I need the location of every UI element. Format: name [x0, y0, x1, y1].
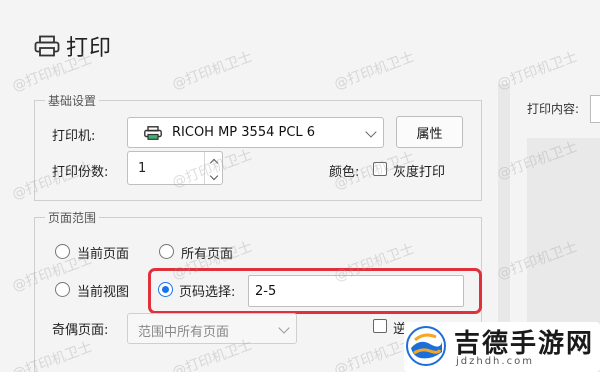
- odd-even-value: 范围中所有页面: [138, 325, 230, 340]
- site-brand: 吉德手游网: [454, 329, 595, 359]
- odd-even-select[interactable]: 范围中所有页面: [127, 313, 297, 344]
- watermark: @打印机卫士: [170, 49, 255, 93]
- site-badge: 吉德手游网 jdzhdh.com: [404, 322, 600, 372]
- grayscale-label: 灰度打印: [393, 165, 446, 180]
- radio-all-pages-label[interactable]: 所有页面: [181, 243, 233, 262]
- radio-current-page-label[interactable]: 当前页面: [77, 243, 129, 262]
- radio-current-view-label[interactable]: 当前视图: [77, 281, 129, 300]
- basic-settings-legend: 基础设置: [45, 92, 100, 109]
- radio-page-selection-label[interactable]: 页码选择:: [179, 281, 235, 300]
- partial-checkbox[interactable]: [373, 319, 387, 333]
- copies-value: 1: [138, 161, 147, 176]
- watermark: @打印机卫士: [332, 49, 417, 93]
- radio-all-pages[interactable]: [159, 244, 174, 259]
- dialog-title: 打印: [34, 30, 112, 62]
- print-content-select[interactable]: [590, 95, 600, 123]
- grayscale-checkbox[interactable]: [373, 162, 387, 176]
- printer-label: 打印机:: [52, 129, 96, 144]
- radio-page-selection[interactable]: [158, 282, 173, 297]
- chevron-down-icon[interactable]: [209, 171, 219, 181]
- stepper-arrows[interactable]: [204, 152, 222, 184]
- page-selection-field[interactable]: [248, 275, 464, 307]
- copies-stepper[interactable]: 1: [127, 151, 223, 185]
- chevron-up-icon[interactable]: [209, 158, 219, 168]
- chevron-down-icon: [365, 126, 377, 138]
- chevron-down-icon: [278, 322, 290, 334]
- copies-label: 打印份数:: [52, 165, 109, 180]
- odd-even-label: 奇偶页面:: [52, 323, 109, 338]
- color-label: 颜色:: [329, 165, 360, 180]
- print-content-label: 打印内容:: [527, 102, 580, 116]
- radio-current-view[interactable]: [55, 282, 70, 297]
- wave-logo-icon: [406, 326, 446, 366]
- page-range-legend: 页面范围: [45, 209, 100, 226]
- page-selection-input[interactable]: [249, 276, 463, 306]
- properties-button[interactable]: 属性: [396, 116, 463, 148]
- printer-small-icon: [144, 125, 162, 140]
- printer-icon: [34, 35, 60, 57]
- radio-current-page[interactable]: [55, 244, 70, 259]
- dialog-title-text: 打印: [66, 36, 113, 61]
- site-domain: jdzhdh.com: [456, 356, 534, 367]
- printer-select-value: RICOH MP 3554 PCL 6: [172, 125, 316, 140]
- printer-select[interactable]: RICOH MP 3554 PCL 6: [127, 117, 384, 148]
